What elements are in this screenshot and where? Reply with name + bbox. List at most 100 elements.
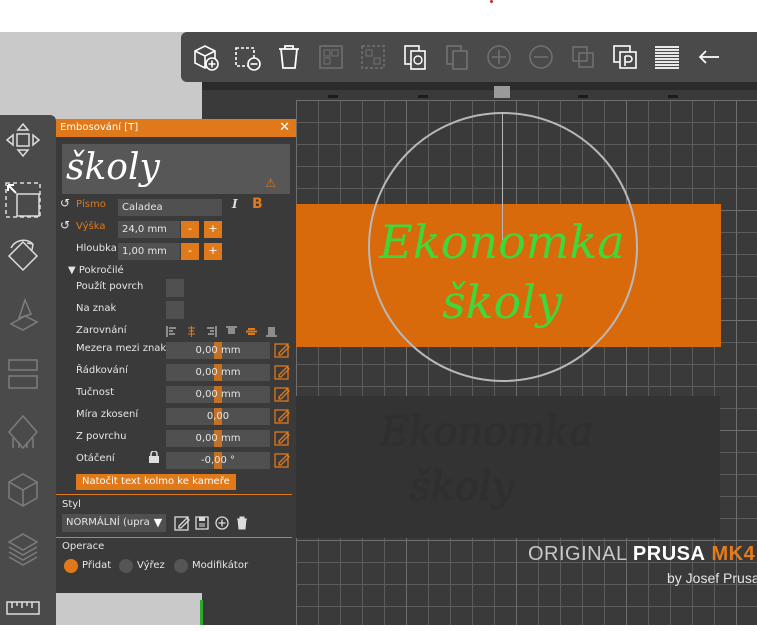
place-on-face-icon[interactable] [0, 293, 46, 339]
use-surface-label: Použít povrch [76, 281, 144, 292]
bed-notch [418, 95, 428, 98]
top-toolbar [181, 32, 757, 82]
rotation-slider[interactable]: -0,00 ° [166, 452, 270, 469]
advanced-toggle[interactable]: ▼ Pokročilé [68, 265, 124, 276]
mmu-painting-icon[interactable] [0, 525, 46, 571]
height-increase-button[interactable]: + [204, 221, 222, 238]
skew-slider[interactable]: 0,00 [166, 408, 270, 425]
align-middle-icon[interactable] [246, 326, 257, 337]
bed-notch [578, 95, 588, 98]
edit-icon[interactable] [274, 452, 290, 468]
font-select[interactable]: Caladea [118, 199, 222, 216]
per-glyph-checkbox[interactable] [166, 301, 184, 319]
undo-icon[interactable] [691, 39, 727, 75]
align-right-icon[interactable] [206, 326, 217, 337]
skew-label: Míra zkosení [76, 409, 139, 420]
paste-icon [439, 39, 475, 75]
from-surface-label: Z povrchu [76, 431, 127, 442]
boldness-slider[interactable]: 0,00 mm [166, 386, 270, 403]
warning-icon: ⚠ [265, 176, 276, 190]
align-center-icon[interactable] [186, 326, 197, 337]
align-top-icon[interactable] [226, 326, 237, 337]
y-axis-line [200, 600, 203, 625]
delete-icon[interactable] [229, 39, 265, 75]
line-gap-label: Řádkování [76, 365, 128, 376]
measure-icon[interactable] [0, 585, 46, 631]
duplicate-text-ghost: Ekonomka školy [380, 409, 594, 510]
depth-label: Hloubka [76, 243, 117, 254]
delete-all-icon[interactable] [271, 39, 307, 75]
use-surface-checkbox[interactable] [166, 279, 184, 297]
style-label: Styl [62, 499, 81, 510]
cut-icon[interactable] [0, 351, 46, 397]
edit-icon[interactable] [274, 408, 290, 424]
boldness-label: Tučnost [76, 387, 115, 398]
arrange-icon [313, 39, 349, 75]
layers-icon[interactable] [649, 39, 685, 75]
align-left-icon[interactable] [166, 326, 177, 337]
copy-icon[interactable] [397, 39, 433, 75]
origin-marker [490, 0, 493, 3]
op-cut-label: Výřez [137, 560, 165, 571]
font-label: Písmo [76, 199, 106, 210]
height-label: Výška [76, 221, 106, 232]
italic-icon[interactable]: I [232, 197, 238, 211]
reset-height-icon[interactable]: ↺ [60, 218, 70, 232]
reset-font-icon[interactable]: ↺ [60, 196, 70, 210]
bed-notch [668, 95, 678, 98]
scale-icon[interactable] [0, 177, 46, 223]
face-camera-button[interactable]: Natočit text kolmo ke kameře [76, 474, 236, 490]
lock-icon[interactable] [148, 451, 160, 463]
move-icon[interactable] [0, 117, 46, 163]
save-style-icon[interactable] [194, 515, 210, 531]
rename-style-icon[interactable] [174, 515, 190, 531]
add-icon[interactable] [187, 39, 223, 75]
op-add-radio[interactable] [64, 559, 78, 573]
edit-icon[interactable] [274, 342, 290, 358]
op-cut-radio[interactable] [119, 559, 133, 573]
align-bottom-icon[interactable] [266, 326, 277, 337]
depth-input[interactable]: 1,00 mm [118, 243, 180, 260]
bold-icon[interactable]: B [252, 196, 263, 212]
delete-style-icon[interactable] [234, 515, 250, 531]
chevron-down-icon[interactable]: ▼ [150, 514, 166, 532]
edit-icon[interactable] [274, 364, 290, 380]
preview-text: školy [66, 147, 160, 188]
depth-decrease-button[interactable]: - [181, 243, 199, 260]
increase-instances-icon [481, 39, 517, 75]
style-select[interactable]: NORMÁLNÍ (upravo [62, 514, 152, 532]
split-to-parts-icon[interactable] [607, 39, 643, 75]
height-input[interactable]: 24,0 mm [118, 221, 180, 238]
emboss-panel: Embosování [T] ✕ školy ⚠ ↺ Písmo Caladea… [56, 119, 296, 593]
edit-icon[interactable] [274, 386, 290, 402]
depth-increase-button[interactable]: + [204, 243, 222, 260]
per-glyph-label: Na znak [76, 303, 117, 314]
rotation-label: Otáčení [76, 453, 115, 464]
bed-brand-byline: by Josef Prusa [667, 570, 757, 586]
bed-notch [328, 95, 338, 98]
panel-title: Embosování [T] [56, 119, 296, 137]
op-modifier-label: Modifikátor [192, 560, 249, 571]
embossed-text-line-1[interactable]: Ekonomka [296, 212, 708, 272]
seam-painting-icon[interactable] [0, 467, 46, 513]
embossed-text-line-2[interactable]: školy [296, 272, 708, 332]
from-surface-slider[interactable]: 0,00 mm [166, 430, 270, 447]
section-divider [56, 494, 292, 495]
line-gap-slider[interactable]: 0,00 mm [166, 364, 270, 381]
bed-brand-logo: ORIGINAL PRUSA MK4 [528, 543, 756, 565]
edit-icon[interactable] [274, 430, 290, 446]
split-to-objects-icon [565, 39, 601, 75]
op-modifier-radio[interactable] [174, 559, 188, 573]
paint-supports-icon[interactable] [0, 409, 46, 455]
rotate-icon[interactable] [0, 233, 46, 279]
alignment-label: Zarovnání [76, 325, 127, 336]
operation-label: Operace [62, 541, 105, 552]
char-gap-label: Mezera mezi znaky [76, 343, 172, 354]
char-gap-slider[interactable]: 0,00 mm [166, 342, 270, 359]
text-preview[interactable]: školy ⚠ [62, 144, 290, 194]
height-decrease-button[interactable]: - [181, 221, 199, 238]
left-gizmo-toolbar [0, 115, 56, 625]
close-icon[interactable]: ✕ [279, 119, 290, 137]
decrease-instances-icon [523, 39, 559, 75]
add-style-icon[interactable] [214, 515, 230, 531]
